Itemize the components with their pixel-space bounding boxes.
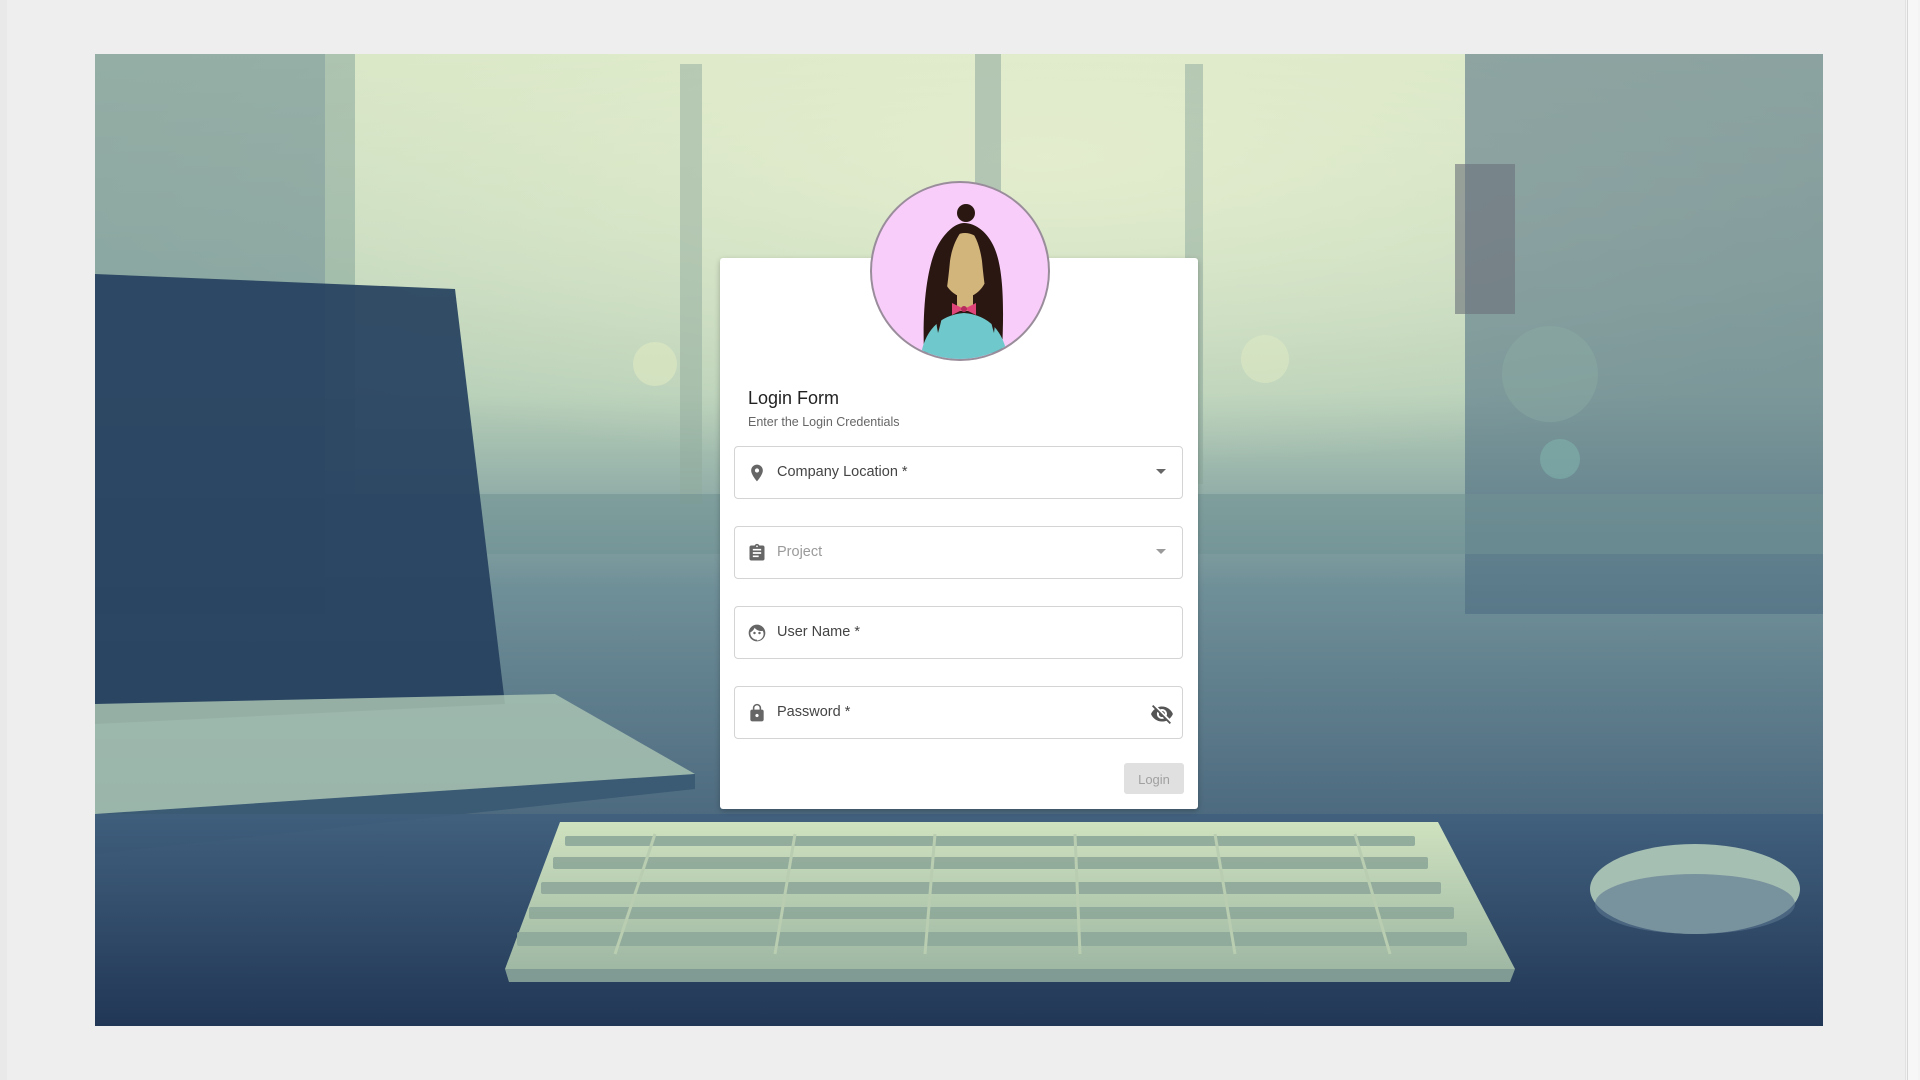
lock-icon [747,703,767,723]
username-label: User Name * [777,624,860,640]
password-label: Password * [777,704,851,720]
company-location-select[interactable]: Company Location * [734,446,1183,499]
clipboard-icon [747,543,767,563]
project-label: Project [777,544,823,560]
company-location-label: Company Location * [777,464,908,480]
chevron-down-icon[interactable] [1156,469,1166,474]
scrollbar-thumb[interactable] [1907,0,1918,1080]
user-avatar [870,181,1050,361]
username-field[interactable]: User Name * [734,606,1183,659]
form-title: Login Form [748,388,840,408]
page-edge [0,0,7,1080]
chevron-down-icon[interactable] [1156,549,1166,554]
login-button[interactable]: Login [1124,763,1184,794]
form-subtitle: Enter the Login Credentials [748,415,900,429]
page-scrollbar[interactable] [1905,0,1920,1080]
project-select[interactable]: Project [734,526,1183,579]
avatar-illustration [920,204,1008,359]
visibility-off-icon[interactable] [1150,702,1174,726]
login-page: Login Form Enter the Login Credentials C… [0,0,1920,1080]
password-field[interactable]: Password * [734,686,1183,739]
location-pin-icon [747,463,767,483]
user-face-icon [747,623,767,643]
